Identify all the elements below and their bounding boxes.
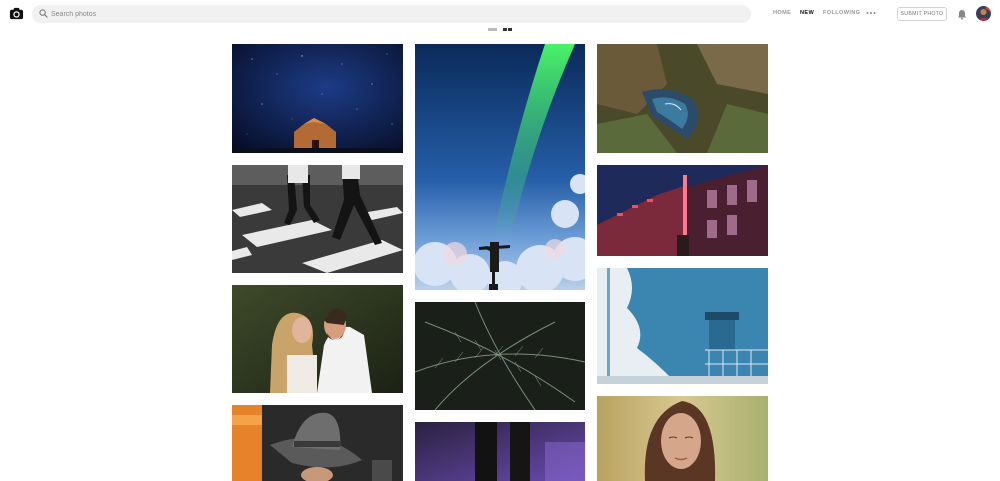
search-input[interactable] [51,5,741,23]
photo-grey-fedora-hat[interactable] [232,405,403,481]
nav-home-link[interactable]: HOME [773,10,791,16]
photo-night-sky-stone-hut[interactable] [232,44,403,153]
nav-following-link[interactable]: FOLLOWING [823,10,860,16]
photo-couple-embracing[interactable] [232,285,403,393]
photo-woman-golden-field[interactable] [597,396,768,481]
photo-coastal-cliffs[interactable] [597,44,768,153]
bell-icon[interactable] [957,9,967,20]
more-dots-icon[interactable] [866,11,876,15]
submit-photo-button[interactable]: SUBMIT PHOTO [897,7,947,21]
list-view-icon[interactable] [488,28,497,31]
photo-fern-leaves[interactable] [415,302,585,410]
search-icon [39,9,48,18]
nav-new-link[interactable]: NEW [800,10,814,16]
photo-legs-purple-floor[interactable] [415,422,585,481]
photo-red-neon-building[interactable] [597,165,768,256]
photo-zebra-crossing-walkers[interactable] [232,165,403,273]
photo-blue-wall-stairs[interactable] [597,268,768,384]
grid-view-icon[interactable] [503,28,512,31]
camera-icon[interactable] [9,6,24,21]
photo-aurora-above-clouds[interactable] [415,44,585,290]
top-navigation-bar: HOME NEW FOLLOWING SUBMIT PHOTO [0,0,1000,28]
user-avatar[interactable] [976,6,991,21]
